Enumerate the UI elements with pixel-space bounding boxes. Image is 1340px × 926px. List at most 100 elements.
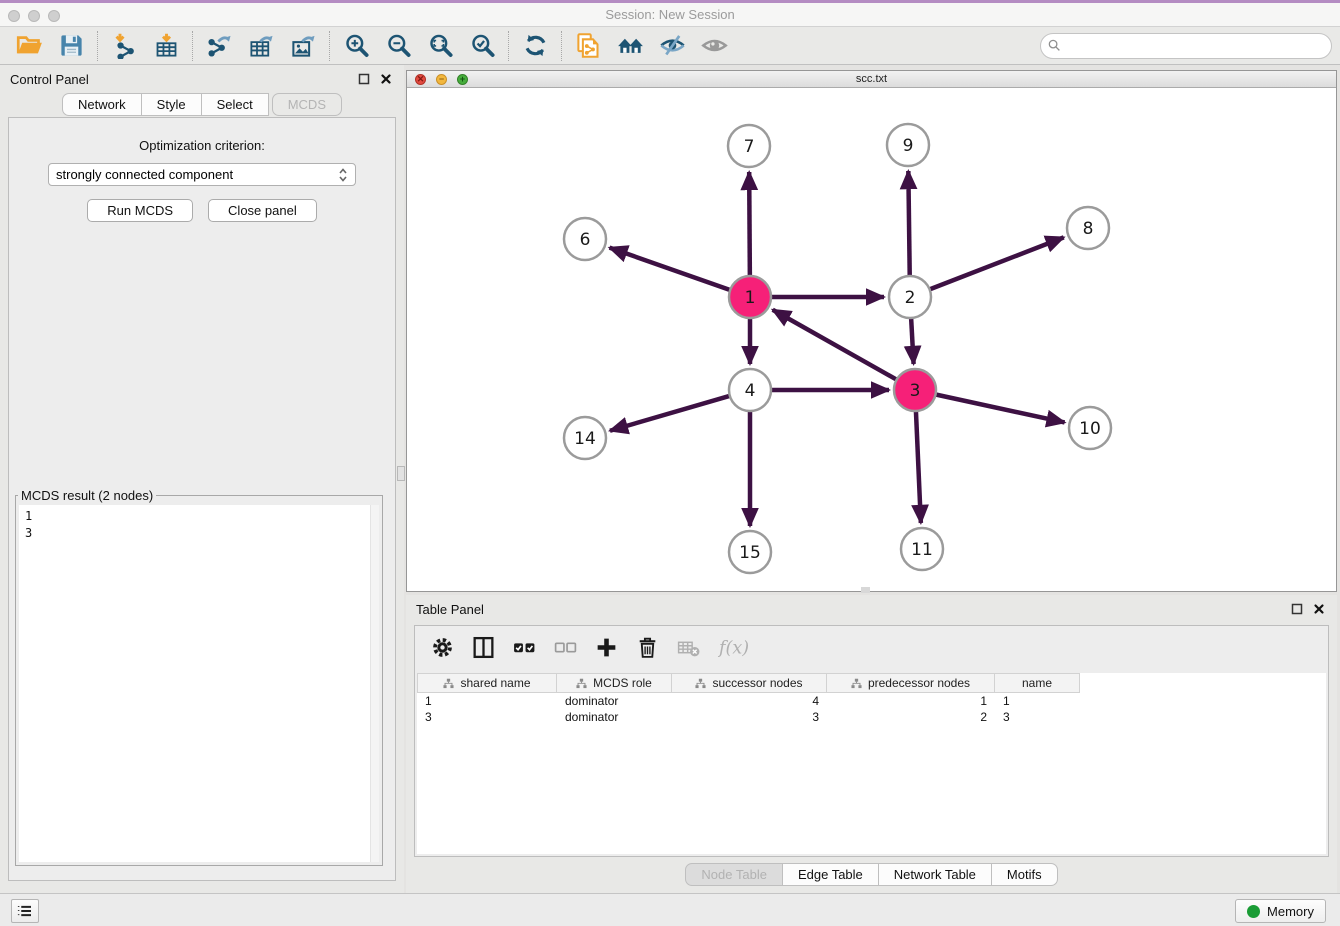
node-1[interactable]: 1 [729, 276, 771, 318]
table-cell[interactable]: dominator [557, 694, 672, 708]
tab-select[interactable]: Select [201, 93, 269, 116]
table-cell[interactable]: 1 [995, 694, 1080, 708]
tab-network-table[interactable]: Network Table [878, 863, 992, 886]
refresh-icon[interactable] [514, 30, 556, 62]
node-4[interactable]: 4 [729, 369, 771, 411]
table-cell[interactable]: 3 [417, 710, 557, 724]
svg-text:7: 7 [744, 137, 755, 157]
table-cell[interactable]: 2 [827, 710, 995, 724]
table-cell[interactable]: 3 [672, 710, 827, 724]
window-close-icon[interactable] [8, 10, 20, 22]
network-window-titlebar[interactable]: ✕ − + scc.txt [407, 71, 1336, 88]
select-all-checkboxes-icon[interactable] [512, 634, 537, 661]
window-divider-grip[interactable] [861, 587, 870, 593]
deselect-all-checkboxes-icon[interactable] [553, 634, 578, 661]
svg-text:9: 9 [903, 136, 914, 156]
memory-button[interactable]: Memory [1235, 899, 1326, 923]
tab-network[interactable]: Network [62, 93, 142, 116]
import-table-icon[interactable] [145, 30, 187, 62]
panel-list-button[interactable] [11, 899, 39, 923]
edge-3-1[interactable] [773, 310, 898, 380]
node-10[interactable]: 10 [1069, 407, 1111, 449]
zoom-in-icon[interactable] [335, 30, 377, 62]
table-cell[interactable]: 4 [672, 694, 827, 708]
table-row[interactable]: 3dominator323 [417, 709, 1326, 725]
optimization-criterion-label: Optimization criterion: [9, 138, 395, 153]
node-7[interactable]: 7 [728, 125, 770, 167]
node-6[interactable]: 6 [564, 218, 606, 260]
function-icon: f(x) [717, 634, 752, 661]
column-header-name[interactable]: name [995, 673, 1080, 693]
column-header-predecessor-nodes[interactable]: predecessor nodes [827, 673, 995, 693]
table-row[interactable]: 1dominator411 [417, 693, 1326, 709]
network-window: ✕ − + scc.txt 1 2 3 4 6 7 8 9 10 11 14 15 [406, 70, 1337, 592]
node-2[interactable]: 2 [889, 276, 931, 318]
close-panel-button[interactable]: Close panel [208, 199, 317, 222]
close-table-panel-icon[interactable] [1311, 601, 1327, 617]
edge-2-9[interactable] [908, 171, 909, 277]
open-folder-icon[interactable] [8, 30, 50, 62]
export-network-icon[interactable] [198, 30, 240, 62]
node-8[interactable]: 8 [1067, 207, 1109, 249]
add-icon[interactable] [594, 634, 619, 661]
table-tabs: Node TableEdge TableNetwork TableMotifs [406, 863, 1337, 886]
show-graphics-eye-icon[interactable] [693, 30, 735, 62]
network-window-controls: ✕ − + [415, 74, 468, 85]
table-cell[interactable]: 1 [827, 694, 995, 708]
tab-motifs[interactable]: Motifs [991, 863, 1058, 886]
edge-3-11[interactable] [916, 410, 921, 523]
memory-status-icon [1247, 905, 1260, 918]
zoom-selected-icon[interactable] [461, 30, 503, 62]
columns-icon[interactable] [471, 634, 496, 661]
node-15[interactable]: 15 [729, 531, 771, 573]
edge-2-8[interactable] [929, 237, 1064, 289]
list-icon [16, 902, 34, 920]
export-image-icon[interactable] [282, 30, 324, 62]
delete-icon[interactable] [635, 634, 660, 661]
node-14[interactable]: 14 [564, 417, 606, 459]
duplicate-network-icon[interactable] [567, 30, 609, 62]
mcds-result-scrollbar[interactable] [370, 505, 379, 862]
float-panel-icon[interactable] [356, 71, 372, 87]
table-cell[interactable]: dominator [557, 710, 672, 724]
search-box[interactable] [1040, 33, 1332, 59]
column-header-successor-nodes[interactable]: successor nodes [672, 673, 827, 693]
node-11[interactable]: 11 [901, 528, 943, 570]
run-mcds-button[interactable]: Run MCDS [87, 199, 193, 222]
edge-3-10[interactable] [935, 394, 1065, 422]
tab-style[interactable]: Style [141, 93, 202, 116]
table-cell[interactable]: 3 [995, 710, 1080, 724]
zoom-fit-icon[interactable] [419, 30, 461, 62]
save-icon[interactable] [50, 30, 92, 62]
search-input[interactable] [1062, 36, 1325, 56]
home-icon[interactable] [609, 30, 651, 62]
close-panel-icon[interactable] [378, 71, 394, 87]
node-9[interactable]: 9 [887, 124, 929, 166]
hide-graphics-eye-icon[interactable] [651, 30, 693, 62]
network-close-icon[interactable]: ✕ [415, 74, 426, 85]
import-network-icon[interactable] [103, 30, 145, 62]
window-minimize-icon[interactable] [28, 10, 40, 22]
node-3[interactable]: 3 [894, 369, 936, 411]
float-table-panel-icon[interactable] [1289, 601, 1305, 617]
network-minimize-icon[interactable]: − [436, 74, 447, 85]
tab-edge-table[interactable]: Edge Table [782, 863, 879, 886]
network-zoom-icon[interactable]: + [457, 74, 468, 85]
network-canvas[interactable]: 1 2 3 4 6 7 8 9 10 11 14 15 [407, 88, 1334, 591]
tab-node-table[interactable]: Node Table [685, 863, 783, 886]
edge-1-6[interactable] [610, 248, 732, 291]
panel-divider-grip[interactable] [397, 466, 405, 481]
window-zoom-icon[interactable] [48, 10, 60, 22]
gear-icon[interactable] [430, 634, 455, 661]
edge-4-14[interactable] [610, 396, 731, 431]
table-cell[interactable]: 1 [417, 694, 557, 708]
zoom-out-icon[interactable] [377, 30, 419, 62]
tab-mcds[interactable]: MCDS [272, 93, 342, 116]
mcds-result-area[interactable]: 1 3 [19, 505, 379, 862]
export-table-icon[interactable] [240, 30, 282, 62]
edge-1-7[interactable] [749, 172, 750, 277]
edge-2-3[interactable] [911, 317, 914, 364]
optimization-criterion-select[interactable]: strongly connected component [48, 163, 356, 186]
column-header-MCDS-role[interactable]: MCDS role [557, 673, 672, 693]
column-header-shared-name[interactable]: shared name [417, 673, 557, 693]
